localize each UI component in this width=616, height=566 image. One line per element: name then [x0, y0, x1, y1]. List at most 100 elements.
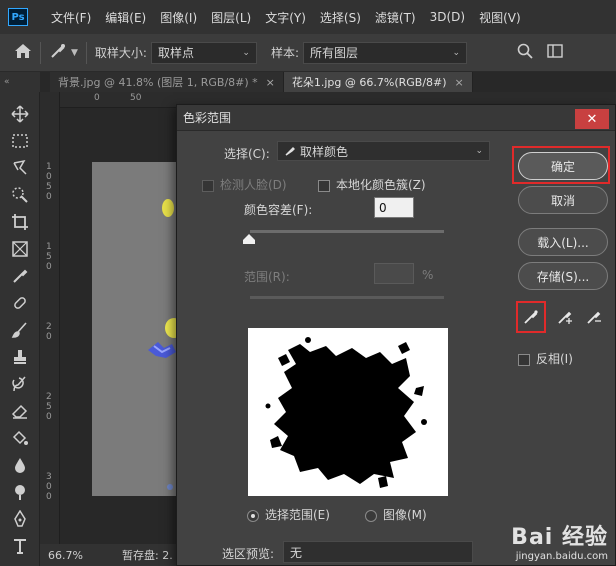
slider-handle[interactable]	[243, 234, 255, 244]
fuzziness-slider[interactable]	[250, 230, 444, 233]
checkbox-box	[318, 179, 330, 192]
flower-image	[148, 199, 183, 490]
menu-view[interactable]: 视图(V)	[472, 9, 528, 26]
search-icon[interactable]	[517, 43, 533, 63]
dodge-tool-icon[interactable]	[0, 478, 40, 505]
selection-preview-label: 选区预览:	[222, 547, 275, 561]
fuzziness-value: 0	[379, 200, 387, 215]
radio-image[interactable]: 图像(M)	[365, 506, 427, 523]
frame-tool-icon[interactable]	[0, 235, 40, 262]
range-slider	[250, 296, 444, 299]
sample-size-value: 取样点	[157, 46, 194, 60]
ruler-mark: 5	[46, 182, 52, 192]
brush-tool-icon[interactable]	[0, 316, 40, 343]
radio-selection[interactable]: 选择范围(E)	[247, 506, 330, 523]
menu-edit[interactable]: 编辑(E)	[98, 9, 153, 26]
eyedropper-icon[interactable]	[520, 306, 542, 328]
ruler-mark: 0	[46, 192, 52, 202]
photoshop-logo-icon: Ps	[8, 8, 28, 26]
menu-type[interactable]: 文字(Y)	[258, 9, 313, 26]
radio-image-label: 图像(M)	[383, 508, 427, 522]
dialog-titlebar: 色彩范围	[177, 105, 615, 131]
ruler-mark: 5	[46, 252, 52, 262]
history-brush-tool-icon[interactable]	[0, 370, 40, 397]
ruler-mark: 3	[46, 472, 52, 482]
dialog-title: 色彩范围	[183, 111, 232, 125]
eraser-tool-icon[interactable]	[0, 397, 40, 424]
paint-bucket-tool-icon[interactable]	[0, 424, 40, 451]
sample-label: 样本:	[270, 46, 300, 60]
quick-selection-tool-icon[interactable]	[0, 181, 40, 208]
highlight-ok-button	[512, 146, 610, 184]
tab-background-jpg[interactable]: 背景.jpg @ 41.8% (图层 1, RGB/8#) * ×	[50, 72, 284, 92]
chevron-down-icon[interactable]: ▼	[71, 48, 78, 58]
chevron-down-icon: ⌄	[452, 47, 461, 58]
cancel-button[interactable]: 取消	[518, 186, 608, 214]
options-bar: ▼ 取样大小: 取样点 ⌄ 样本: 所有图层 ⌄	[0, 34, 616, 72]
ruler-mark: 0	[46, 412, 52, 422]
checkbox-box	[202, 179, 214, 192]
radio-dot	[365, 509, 377, 522]
workspace-icon[interactable]	[547, 43, 563, 62]
clone-stamp-tool-icon[interactable]	[0, 343, 40, 370]
localized-clusters-checkbox[interactable]: 本地化颜色簇(Z)	[318, 176, 426, 193]
select-dropdown[interactable]: 取样颜色 ⌄	[277, 141, 490, 161]
fuzziness-input[interactable]: 0	[374, 197, 414, 218]
document-image[interactable]	[92, 162, 183, 496]
collapse-panels-icon[interactable]: «	[0, 72, 40, 92]
ruler-mark: 0	[46, 332, 52, 342]
radio-selection-label: 选择范围(E)	[265, 508, 330, 522]
crop-tool-icon[interactable]	[0, 208, 40, 235]
menu-file[interactable]: 文件(F)	[44, 9, 98, 26]
menu-filter[interactable]: 滤镜(T)	[368, 9, 423, 26]
selection-preview-dropdown[interactable]: 无	[283, 541, 473, 563]
eyedropper-plus-icon[interactable]	[554, 306, 576, 328]
healing-brush-tool-icon[interactable]	[0, 289, 40, 316]
zoom-level[interactable]: 66.7%	[48, 549, 122, 562]
menubar: Ps 文件(F) 编辑(E) 图像(I) 图层(L) 文字(Y) 选择(S) 滤…	[0, 0, 616, 34]
separator	[85, 41, 87, 64]
tab-flower-jpg[interactable]: 花朵1.jpg @ 66.7%(RGB/8#) ×	[283, 72, 473, 92]
menu-layer[interactable]: 图层(L)	[204, 9, 258, 26]
lasso-tool-icon[interactable]	[0, 154, 40, 181]
home-icon[interactable]	[14, 43, 32, 63]
ruler-mark: 1	[46, 242, 52, 252]
detect-faces-checkbox[interactable]: 检测人脸(D)	[202, 176, 287, 193]
load-button[interactable]: 载入(L)...	[518, 228, 608, 256]
menu-3d[interactable]: 3D(D)	[423, 10, 472, 24]
range-input	[374, 263, 414, 284]
mask-preview-image	[265, 337, 427, 488]
close-icon[interactable]: ×	[455, 76, 464, 89]
move-tool-icon[interactable]	[0, 100, 40, 127]
close-icon[interactable]: ×	[266, 76, 275, 89]
baidu-logo: Bai 经验	[511, 525, 608, 550]
checkbox-box	[518, 353, 530, 366]
close-button[interactable]: ✕	[575, 109, 609, 129]
pen-tool-icon[interactable]	[0, 505, 40, 532]
save-button[interactable]: 存储(S)...	[518, 262, 608, 290]
fuzziness-label: 颜色容差(F):	[244, 203, 313, 217]
blur-tool-icon[interactable]	[0, 451, 40, 478]
detect-faces-label: 检测人脸(D)	[220, 178, 287, 192]
invert-checkbox[interactable]: 反相(I)	[518, 350, 573, 367]
type-tool-icon[interactable]	[0, 532, 40, 559]
ruler-mark: 2	[46, 392, 52, 402]
eyedropper-minus-icon[interactable]	[583, 306, 605, 328]
marquee-tool-icon[interactable]	[0, 127, 40, 154]
path-selection-tool-icon[interactable]	[0, 559, 40, 566]
selection-preview[interactable]	[248, 328, 448, 496]
sample-select[interactable]: 所有图层 ⌄	[303, 41, 468, 64]
baidu-jingyan-watermark: Bai 经验 jingyan.baidu.com	[511, 519, 608, 562]
chevron-down-icon: ⌄	[475, 146, 483, 156]
eyedropper-tool-icon[interactable]	[0, 262, 40, 289]
menu-select[interactable]: 选择(S)	[313, 9, 368, 26]
watermark-url: jingyan.baidu.com	[515, 551, 608, 562]
selection-preview-value: 无	[290, 545, 303, 560]
sample-size-label: 取样大小:	[94, 46, 147, 60]
eyedropper-tool-icon[interactable]	[49, 42, 67, 64]
menu-image[interactable]: 图像(I)	[153, 9, 204, 26]
tab-label: 背景.jpg @ 41.8% (图层 1, RGB/8#) *	[58, 76, 258, 89]
chevron-down-icon: ⌄	[242, 47, 250, 58]
sample-size-select[interactable]: 取样点 ⌄	[150, 41, 257, 64]
ruler-mark: 0	[46, 492, 52, 502]
